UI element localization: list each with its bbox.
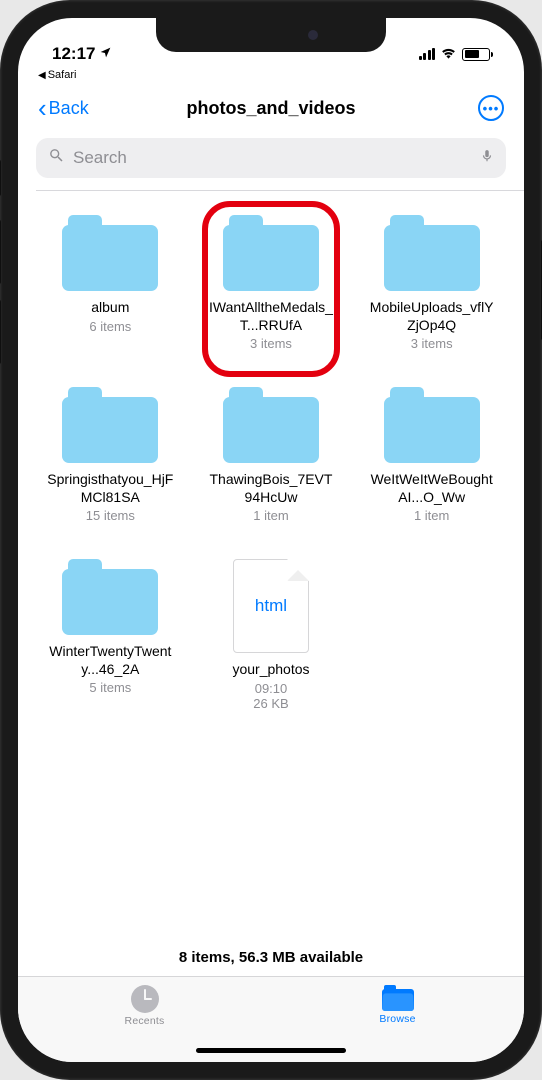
screen: 12:17 ◀︎ Safari ‹ Back photos_and (18, 18, 524, 1062)
item-meta: 6 items (89, 319, 131, 334)
folder-icon (223, 215, 319, 291)
search-bar[interactable] (36, 138, 506, 178)
tab-bar: Recents Browse (18, 976, 524, 1062)
app-breadcrumb[interactable]: ◀︎ Safari (18, 66, 524, 84)
volume-down-button (0, 300, 1, 364)
item-name: MobileUploads_vflYZjOp4Q (367, 299, 497, 334)
search-icon (48, 147, 65, 169)
tab-recents[interactable]: Recents (105, 985, 185, 1027)
folder-icon (62, 559, 158, 635)
item-name: IWantAlltheMedals_T...RRUfA (206, 299, 336, 334)
battery-icon (462, 48, 490, 61)
status-time: 12:17 (52, 44, 95, 64)
item-meta: 09:10 (255, 681, 288, 696)
breadcrumb-label: Safari (48, 69, 77, 81)
folder-item[interactable]: WinterTwentyTwenty...46_2A 5 items (38, 559, 183, 711)
ellipsis-icon: ••• (483, 101, 500, 116)
item-meta: 3 items (250, 336, 292, 351)
page-title: photos_and_videos (186, 98, 355, 119)
location-icon (99, 46, 112, 62)
file-item[interactable]: html your_photos 09:1026 KB (199, 559, 344, 711)
folder-item[interactable]: ThawingBois_7EVT94HcUw 1 item (199, 387, 344, 523)
device-frame: 12:17 ◀︎ Safari ‹ Back photos_and (0, 0, 542, 1080)
wifi-icon (440, 44, 457, 64)
folder-icon (382, 985, 414, 1011)
search-input[interactable] (73, 148, 472, 168)
folder-item[interactable]: WeItWeItWeBoughtAI...O_Ww 1 item (359, 387, 504, 523)
chevron-left-icon: ‹ (38, 95, 47, 121)
back-button[interactable]: ‹ Back (38, 95, 89, 121)
nav-bar: ‹ Back photos_and_videos ••• (18, 84, 524, 132)
more-options-button[interactable]: ••• (478, 95, 504, 121)
item-meta: 15 items (86, 508, 135, 523)
item-name: WeItWeItWeBoughtAI...O_Ww (367, 471, 497, 506)
folder-icon (384, 215, 480, 291)
item-name: album (91, 299, 129, 317)
tab-label: Browse (379, 1013, 415, 1025)
mute-switch (0, 160, 1, 196)
tab-label: Recents (125, 1015, 165, 1027)
folder-icon (223, 387, 319, 463)
clock-icon (131, 985, 159, 1013)
item-meta: 3 items (411, 336, 453, 351)
item-meta: 1 item (253, 508, 288, 523)
folder-icon (62, 215, 158, 291)
folder-icon (384, 387, 480, 463)
microphone-icon[interactable] (480, 146, 494, 171)
folder-icon (62, 387, 158, 463)
search-container (18, 132, 524, 190)
item-name: Springisthatyou_HjFMCl81SA (45, 471, 175, 506)
item-name: WinterTwentyTwenty...46_2A (45, 643, 175, 678)
folder-item[interactable]: Springisthatyou_HjFMCl81SA 15 items (38, 387, 183, 523)
item-meta: 5 items (89, 680, 131, 695)
back-label: Back (49, 98, 89, 119)
html-file-icon: html (233, 559, 309, 653)
volume-up-button (0, 220, 1, 284)
home-indicator[interactable] (196, 1048, 346, 1053)
item-name: your_photos (232, 661, 309, 679)
folder-item[interactable]: MobileUploads_vflYZjOp4Q 3 items (359, 215, 504, 351)
storage-status: 8 items, 56.3 MB available (18, 935, 524, 976)
file-type-label: html (255, 596, 287, 616)
item-meta: 1 item (414, 508, 449, 523)
item-meta-size: 26 KB (253, 696, 288, 711)
folder-item[interactable]: IWantAlltheMedals_T...RRUfA 3 items (199, 215, 344, 351)
item-name: ThawingBois_7EVT94HcUw (206, 471, 336, 506)
tab-browse[interactable]: Browse (358, 985, 438, 1025)
notch (156, 18, 386, 52)
cellular-icon (419, 48, 436, 60)
breadcrumb-caret-icon: ◀︎ (38, 70, 46, 81)
folder-item[interactable]: album 6 items (38, 215, 183, 351)
files-grid: album 6 items IWantAlltheMedals_T...RRUfA 3… (18, 191, 524, 935)
